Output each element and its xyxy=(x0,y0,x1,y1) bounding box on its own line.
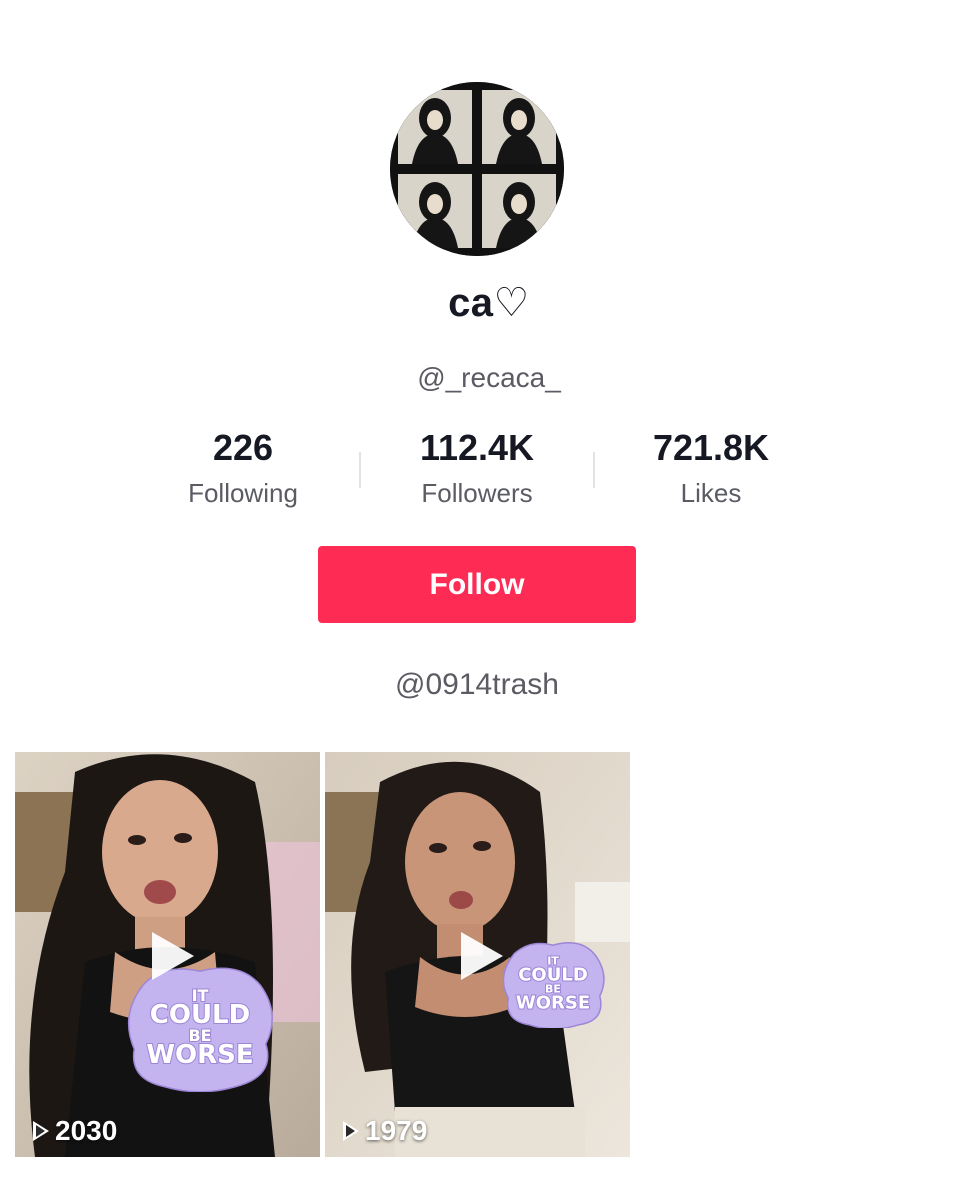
likes-stat: 721.8K Likes xyxy=(611,424,811,514)
sticker-line: COULD xyxy=(149,1000,251,1031)
following-count: 226 xyxy=(212,427,274,468)
followers-stat[interactable]: 112.4K Followers xyxy=(377,424,577,514)
avatar-photo-strip-image xyxy=(390,82,564,256)
followers-label: Followers xyxy=(421,478,533,508)
play-icon xyxy=(152,932,194,980)
video-thumbnail[interactable]: IT COULD BE WORSE 1979 xyxy=(325,752,630,1157)
stat-divider xyxy=(359,452,361,488)
view-count: 1979 xyxy=(343,1115,427,1147)
sticker-line: COULD xyxy=(517,964,589,986)
it-could-be-worse-sticker: IT COULD BE WORSE xyxy=(501,940,605,1028)
display-name: ca♡ xyxy=(448,281,530,325)
sticker-line: WORSE xyxy=(145,1040,254,1071)
likes-label: Likes xyxy=(680,478,742,508)
view-count-value: 2030 xyxy=(55,1115,118,1146)
play-outline-icon xyxy=(343,1121,359,1141)
play-outline-icon xyxy=(33,1121,49,1141)
following-label: Following xyxy=(188,478,298,508)
view-count: 2030 xyxy=(33,1115,117,1147)
stat-divider xyxy=(593,452,595,488)
view-count-value: 1979 xyxy=(365,1115,428,1146)
profile-avatar[interactable] xyxy=(390,82,564,256)
video-thumbnail[interactable]: IT COULD BE WORSE 2030 xyxy=(15,752,320,1157)
follow-button[interactable]: Follow xyxy=(318,546,636,623)
likes-count: 721.8K xyxy=(652,427,770,468)
following-stat[interactable]: 226 Following xyxy=(143,424,343,514)
bio-text[interactable]: @0914trash xyxy=(0,668,954,702)
it-could-be-worse-sticker: IT COULD BE WORSE xyxy=(125,964,275,1092)
play-icon xyxy=(461,932,503,980)
sticker-line: WORSE xyxy=(515,992,591,1014)
username-handle: @_recaca_ xyxy=(417,362,561,393)
followers-count: 112.4K xyxy=(419,427,535,468)
